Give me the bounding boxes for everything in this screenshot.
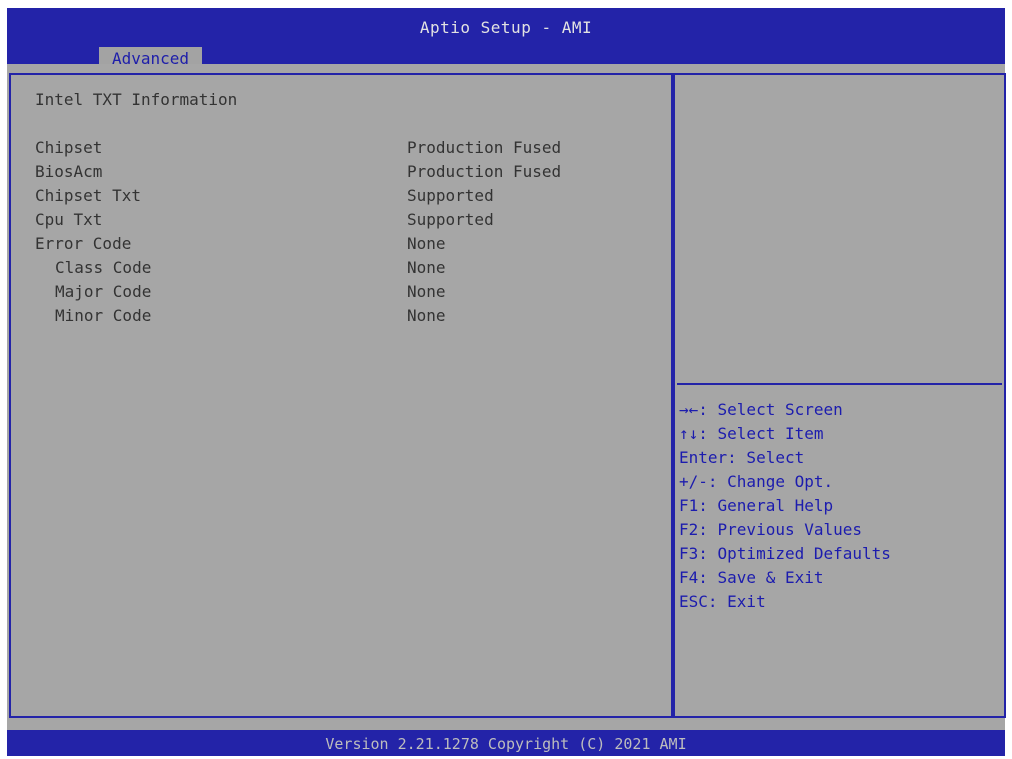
help-change-opt: +/-: Change Opt. bbox=[679, 472, 834, 491]
row-value-chipset: Production Fused bbox=[407, 138, 562, 157]
settings-panel bbox=[9, 73, 673, 718]
row-label-chipset-txt[interactable]: Chipset Txt bbox=[35, 186, 141, 205]
row-label-chipset[interactable]: Chipset bbox=[35, 138, 102, 157]
version-text: Version 2.21.1278 Copyright (C) 2021 AMI bbox=[325, 735, 687, 753]
footer-bar: Version 2.21.1278 Copyright (C) 2021 AMI bbox=[7, 730, 1005, 756]
help-save-exit: F4: Save & Exit bbox=[679, 568, 824, 587]
help-select-item: ↑↓: Select Item bbox=[679, 424, 824, 443]
row-label-biosacm[interactable]: BiosAcm bbox=[35, 162, 102, 181]
bios-screen: Aptio Setup - AMI Advanced Intel TXT Inf… bbox=[0, 0, 1012, 759]
row-label-class-code[interactable]: Class Code bbox=[55, 258, 151, 277]
row-label-minor-code[interactable]: Minor Code bbox=[55, 306, 151, 325]
row-label-major-code[interactable]: Major Code bbox=[55, 282, 151, 301]
row-value-biosacm: Production Fused bbox=[407, 162, 562, 181]
help-enter-select: Enter: Select bbox=[679, 448, 805, 467]
row-label-cpu-txt[interactable]: Cpu Txt bbox=[35, 210, 102, 229]
help-previous-values: F2: Previous Values bbox=[679, 520, 863, 539]
row-label-error-code[interactable]: Error Code bbox=[35, 234, 131, 253]
title-bar: Aptio Setup - AMI Advanced bbox=[7, 8, 1005, 72]
row-value-chipset-txt: Supported bbox=[407, 186, 494, 205]
section-title: Intel TXT Information bbox=[35, 90, 238, 109]
help-optimized-defaults: F3: Optimized Defaults bbox=[679, 544, 891, 563]
row-value-class-code: None bbox=[407, 258, 446, 277]
row-value-major-code: None bbox=[407, 282, 446, 301]
app-title: Aptio Setup - AMI bbox=[419, 18, 593, 37]
row-value-error-code: None bbox=[407, 234, 446, 253]
row-value-cpu-txt: Supported bbox=[407, 210, 494, 229]
help-select-screen: →←: Select Screen bbox=[679, 400, 843, 419]
help-panel bbox=[673, 73, 1006, 718]
help-divider bbox=[677, 383, 1002, 385]
help-general-help: F1: General Help bbox=[679, 496, 834, 515]
help-esc-exit: ESC: Exit bbox=[679, 592, 766, 611]
row-value-minor-code: None bbox=[407, 306, 446, 325]
